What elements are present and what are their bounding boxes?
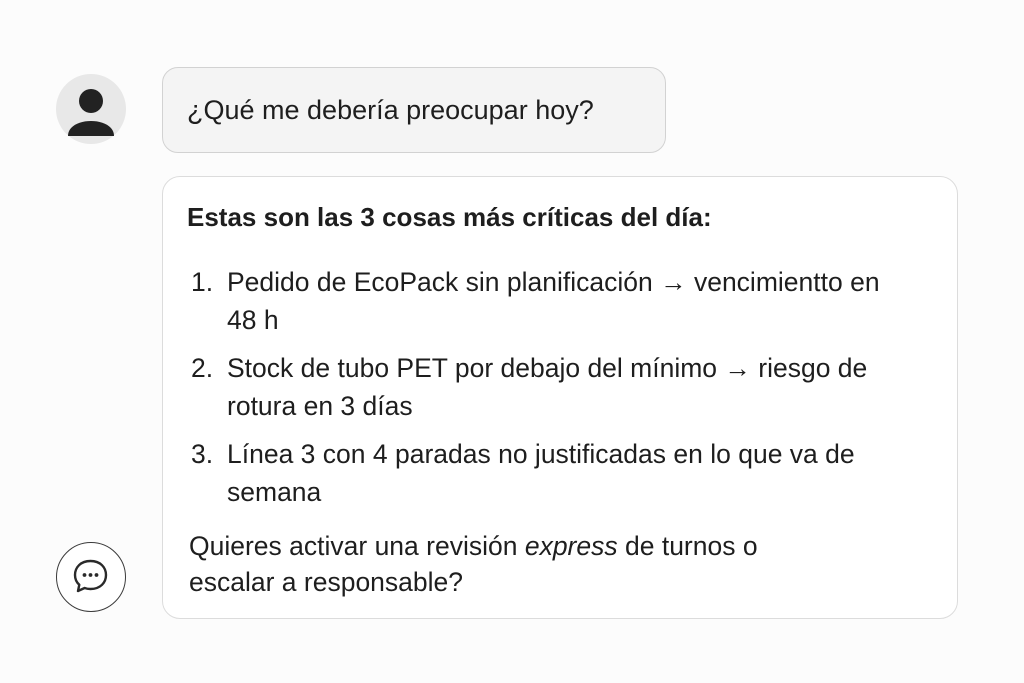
list-item: 3. Línea 3 con 4 paradas no justificadas… [191, 435, 911, 511]
assistant-message-bubble: Estas son las 3 cosas más críticas del d… [162, 176, 958, 619]
list-item: 2. Stock de tubo PET por debajo del míni… [191, 349, 911, 425]
user-message-text: ¿Qué me debería preocupar hoy? [187, 94, 594, 125]
list-item-text: Pedido de EcoPack sin planificación → ve… [227, 267, 880, 335]
critical-items-list: 1. Pedido de EcoPack sin planificación →… [191, 263, 911, 521]
list-item-number: 1. [191, 267, 214, 297]
user-avatar [56, 74, 126, 144]
question-prefix: Quieres activar una revisión [189, 531, 525, 561]
list-item-text: Línea 3 con 4 paradas no justificadas en… [227, 439, 855, 507]
assistant-heading: Estas son las 3 cosas más críticas del d… [187, 202, 712, 232]
chat-bubble-icon [73, 559, 108, 593]
list-item-number: 3. [191, 439, 214, 469]
list-item-number: 2. [191, 353, 214, 383]
list-item-text: Stock de tubo PET por debajo del mínimo … [227, 353, 868, 421]
assistant-avatar [56, 542, 126, 612]
user-message-bubble: ¿Qué me debería preocupar hoy? [162, 67, 666, 153]
user-icon [68, 89, 114, 136]
assistant-question: Quieres activar una revisión express de … [189, 528, 829, 600]
list-item: 1. Pedido de EcoPack sin planificación →… [191, 263, 911, 339]
question-emphasis: express [524, 531, 618, 561]
